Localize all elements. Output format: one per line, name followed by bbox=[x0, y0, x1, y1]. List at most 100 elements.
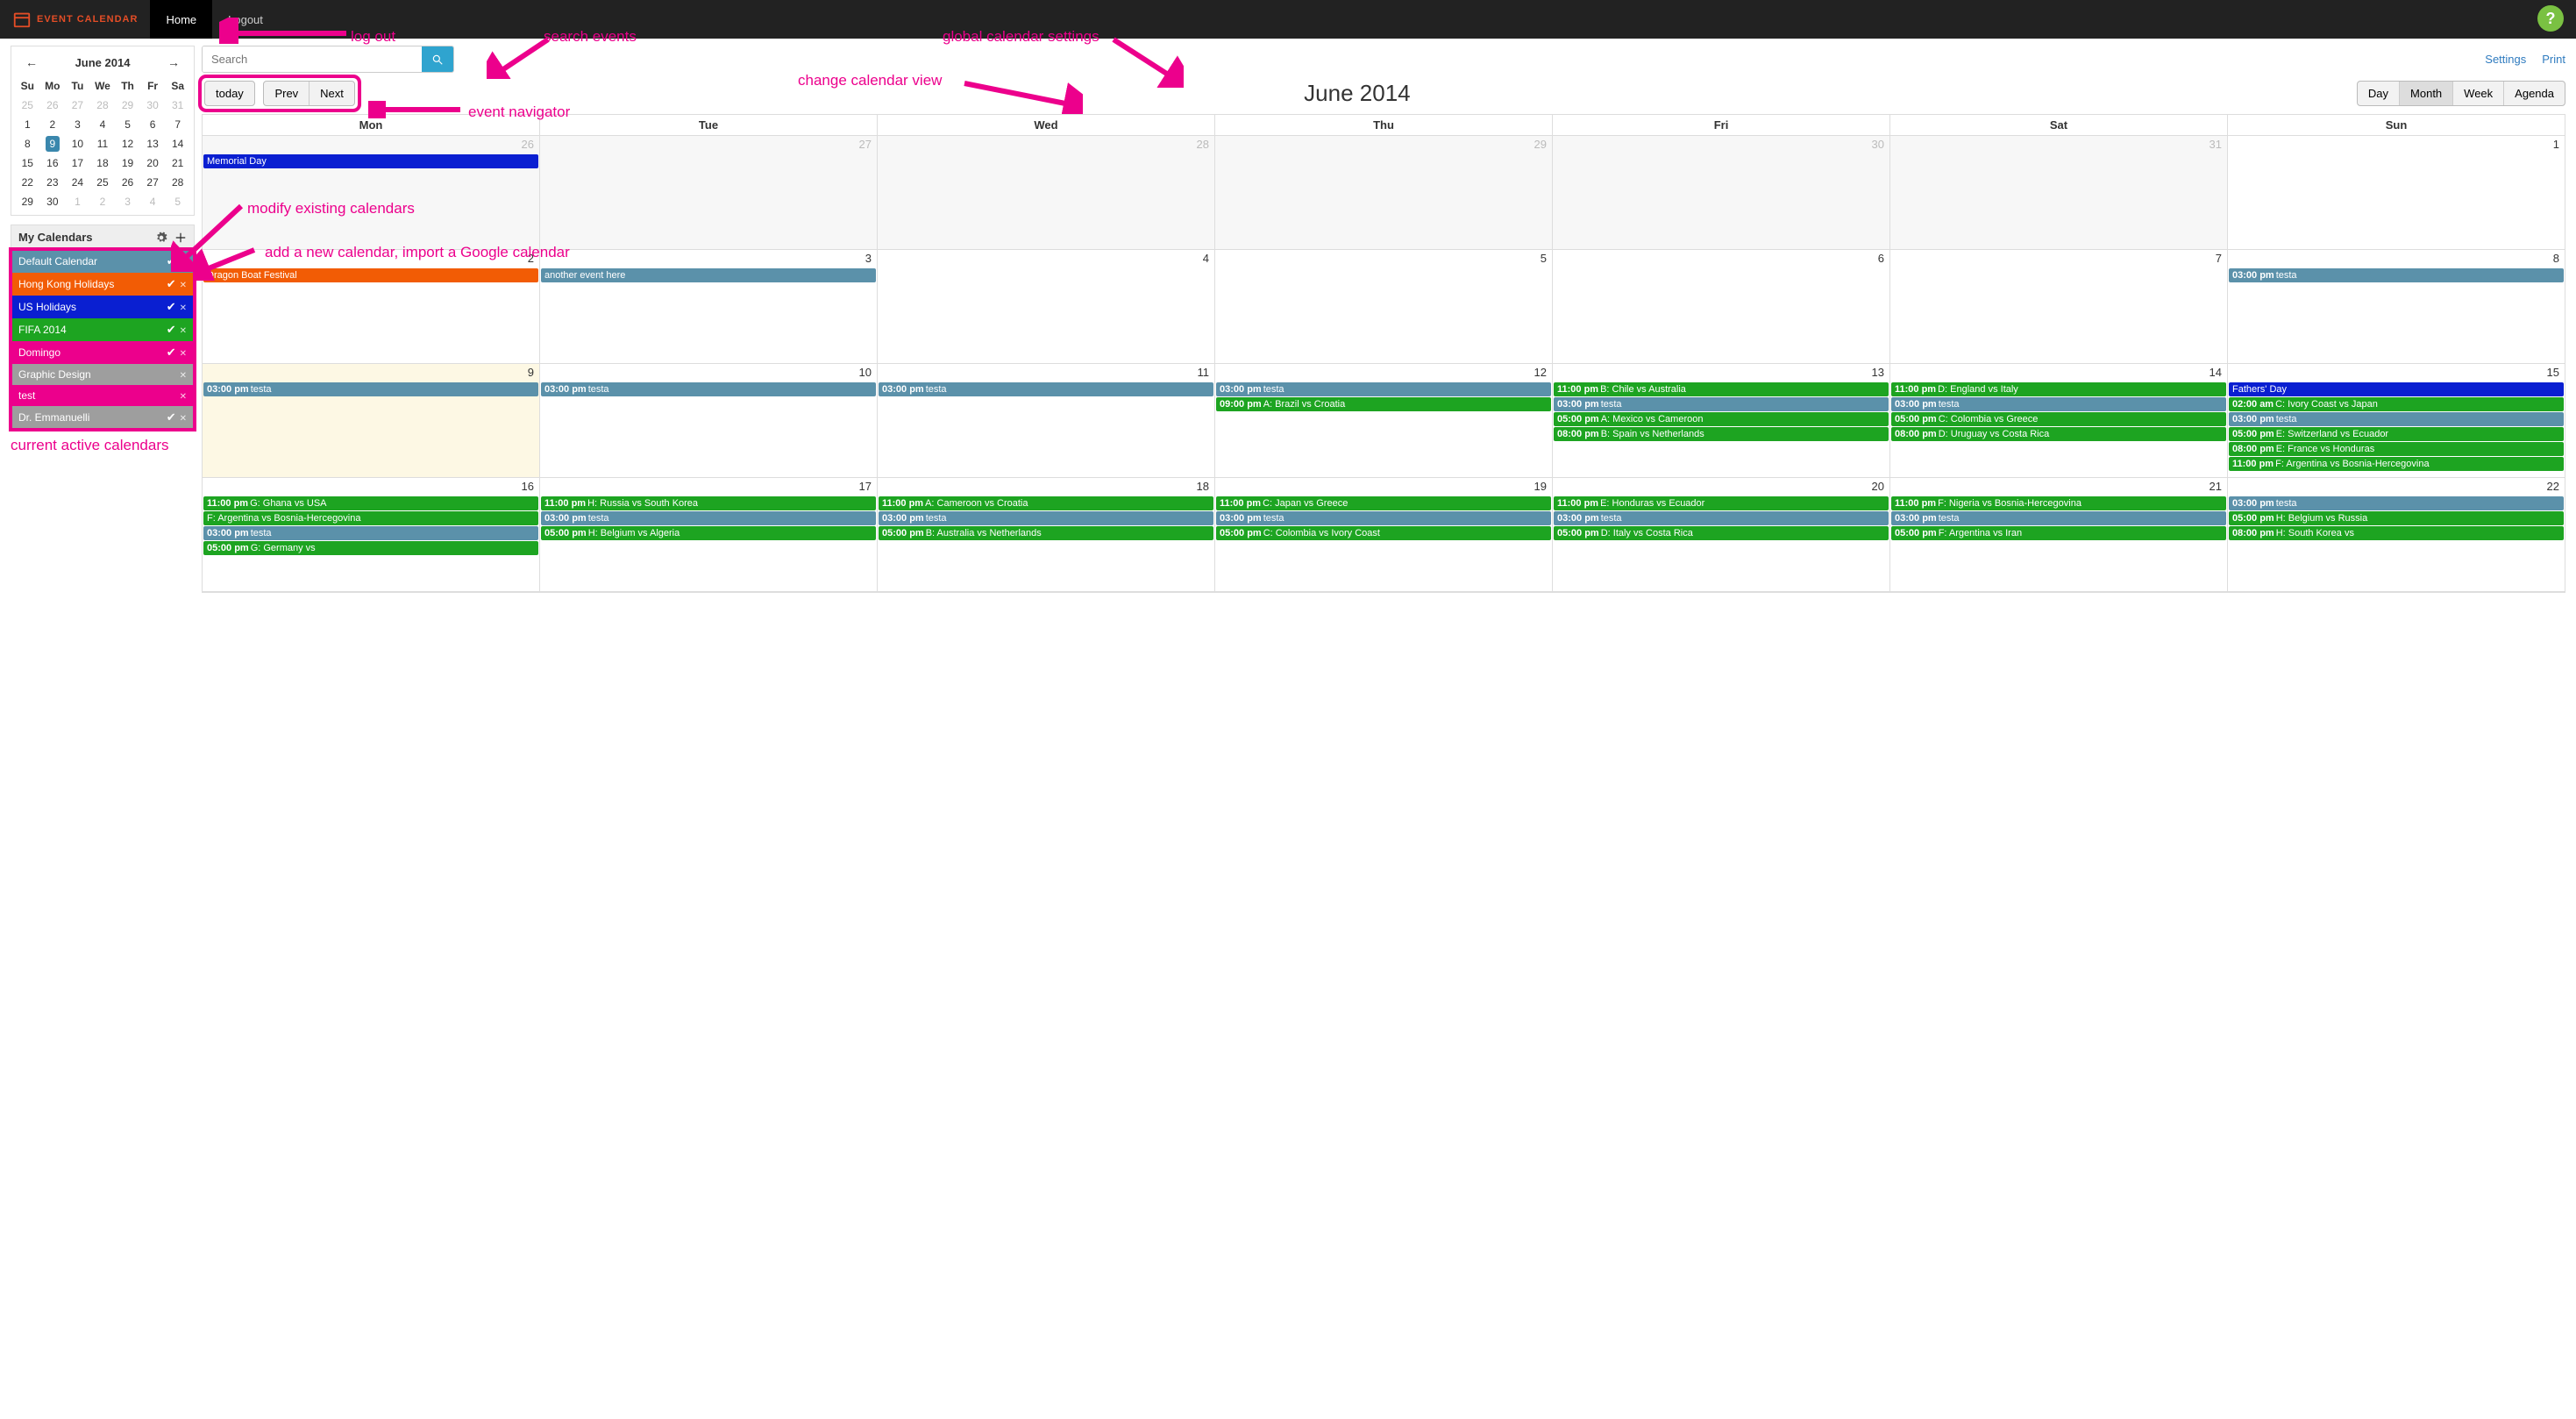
calendar-item[interactable]: Graphic Design✕ bbox=[11, 364, 194, 385]
mini-day[interactable]: 10 bbox=[65, 134, 90, 153]
day-cell[interactable]: 1203:00 pmtesta09:00 pmA: Brazil vs Croa… bbox=[1214, 364, 1552, 477]
settings-link[interactable]: Settings bbox=[2485, 53, 2526, 66]
mini-day[interactable]: 2 bbox=[40, 115, 66, 134]
event[interactable]: 11:00 pmG: Ghana vs USA bbox=[203, 496, 538, 510]
day-cell[interactable]: 1611:00 pmG: Ghana vs USAF: Argentina vs… bbox=[203, 478, 539, 591]
day-cell[interactable]: 903:00 pmtesta bbox=[203, 364, 539, 477]
calendar-item[interactable]: Dr. Emmanuelli✔✕ bbox=[11, 406, 194, 429]
event[interactable]: 03:00 pmtesta bbox=[2229, 496, 2564, 510]
event[interactable]: 05:00 pmH: Belgium vs Russia bbox=[2229, 511, 2564, 525]
close-icon[interactable]: ✕ bbox=[180, 371, 187, 381]
day-cell[interactable]: 2011:00 pmE: Honduras vs Ecuador03:00 pm… bbox=[1552, 478, 1889, 591]
event[interactable]: 03:00 pmtesta bbox=[541, 511, 876, 525]
event[interactable]: 11:00 pmB: Chile vs Australia bbox=[1554, 382, 1889, 396]
day-cell[interactable]: 1911:00 pmC: Japan vs Greece03:00 pmtest… bbox=[1214, 478, 1552, 591]
nav-logout[interactable]: Logout bbox=[212, 0, 279, 39]
event[interactable]: 05:00 pmC: Colombia vs Ivory Coast bbox=[1216, 526, 1551, 540]
mini-day[interactable]: 15 bbox=[15, 153, 40, 173]
mini-day[interactable]: 4 bbox=[140, 192, 166, 211]
mini-prev-button[interactable]: ← bbox=[20, 53, 43, 71]
event[interactable]: 11:00 pmF: Argentina vs Bosnia-Hercegovi… bbox=[2229, 457, 2564, 471]
mini-day[interactable]: 28 bbox=[165, 173, 190, 192]
calendar-item[interactable]: Domingo✔✕ bbox=[11, 341, 194, 364]
mini-day[interactable]: 22 bbox=[15, 173, 40, 192]
mini-day[interactable]: 24 bbox=[65, 173, 90, 192]
close-icon[interactable]: ✕ bbox=[180, 414, 187, 424]
event[interactable]: 11:00 pmH: Russia vs South Korea bbox=[541, 496, 876, 510]
mini-day[interactable]: 5 bbox=[115, 115, 140, 134]
nav-home[interactable]: Home bbox=[150, 0, 212, 39]
event[interactable]: 05:00 pmB: Australia vs Netherlands bbox=[879, 526, 1213, 540]
day-cell[interactable]: 3another event here bbox=[539, 250, 877, 363]
mini-day[interactable]: 20 bbox=[140, 153, 166, 173]
day-cell[interactable]: 2203:00 pmtesta05:00 pmH: Belgium vs Rus… bbox=[2227, 478, 2565, 591]
event[interactable]: 09:00 pmA: Brazil vs Croatia bbox=[1216, 397, 1551, 411]
mini-day[interactable]: 29 bbox=[15, 192, 40, 211]
mini-day[interactable]: 26 bbox=[40, 96, 66, 115]
day-cell[interactable]: 1 bbox=[2227, 136, 2565, 249]
event[interactable]: 11:00 pmE: Honduras vs Ecuador bbox=[1554, 496, 1889, 510]
view-agenda-button[interactable]: Agenda bbox=[2503, 82, 2565, 105]
event[interactable]: 11:00 pmA: Cameroon vs Croatia bbox=[879, 496, 1213, 510]
mini-next-button[interactable]: → bbox=[162, 53, 185, 71]
view-day-button[interactable]: Day bbox=[2358, 82, 2399, 105]
day-cell[interactable]: 6 bbox=[1552, 250, 1889, 363]
event[interactable]: 03:00 pmtesta bbox=[1216, 511, 1551, 525]
event[interactable]: 11:00 pmF: Nigeria vs Bosnia-Hercegovina bbox=[1891, 496, 2226, 510]
mini-day[interactable]: 5 bbox=[165, 192, 190, 211]
mini-day[interactable]: 14 bbox=[165, 134, 190, 153]
close-icon[interactable]: ✕ bbox=[180, 281, 187, 290]
event[interactable]: 05:00 pmG: Germany vs bbox=[203, 541, 538, 555]
mini-day[interactable]: 16 bbox=[40, 153, 66, 173]
day-cell[interactable]: 2Dragon Boat Festival bbox=[203, 250, 539, 363]
event[interactable]: 03:00 pmtesta bbox=[879, 511, 1213, 525]
event[interactable]: Memorial Day bbox=[203, 154, 538, 168]
event[interactable]: Dragon Boat Festival bbox=[203, 268, 538, 282]
event[interactable]: 02:00 amC: Ivory Coast vs Japan bbox=[2229, 397, 2564, 411]
event[interactable]: 05:00 pmE: Switzerland vs Ecuador bbox=[2229, 427, 2564, 441]
event[interactable]: another event here bbox=[541, 268, 876, 282]
event[interactable]: 05:00 pmC: Colombia vs Greece bbox=[1891, 412, 2226, 426]
close-icon[interactable]: ✕ bbox=[180, 326, 187, 336]
next-button[interactable]: Next bbox=[309, 82, 354, 105]
day-cell[interactable]: 1103:00 pmtesta bbox=[877, 364, 1214, 477]
search-button[interactable] bbox=[422, 46, 453, 72]
calendar-item[interactable]: test✕ bbox=[11, 385, 194, 406]
calendar-item[interactable]: US Holidays✔✕ bbox=[11, 296, 194, 318]
day-cell[interactable]: 27 bbox=[539, 136, 877, 249]
mini-day[interactable]: 8 bbox=[15, 134, 40, 153]
mini-day[interactable]: 30 bbox=[140, 96, 166, 115]
event[interactable]: 08:00 pmD: Uruguay vs Costa Rica bbox=[1891, 427, 2226, 441]
event[interactable]: 03:00 pmtesta bbox=[1891, 397, 2226, 411]
event[interactable]: 05:00 pmF: Argentina vs Iran bbox=[1891, 526, 2226, 540]
day-cell[interactable]: 7 bbox=[1889, 250, 2227, 363]
mini-day[interactable]: 12 bbox=[115, 134, 140, 153]
day-cell[interactable]: 28 bbox=[877, 136, 1214, 249]
mini-day[interactable]: 11 bbox=[90, 134, 116, 153]
mini-day[interactable]: 31 bbox=[165, 96, 190, 115]
event[interactable]: 03:00 pmtesta bbox=[203, 382, 538, 396]
event[interactable]: 05:00 pmD: Italy vs Costa Rica bbox=[1554, 526, 1889, 540]
day-cell[interactable]: 1003:00 pmtesta bbox=[539, 364, 877, 477]
close-icon[interactable]: ✕ bbox=[180, 258, 187, 267]
event[interactable]: 11:00 pmD: England vs Italy bbox=[1891, 382, 2226, 396]
help-button[interactable]: ? bbox=[2537, 5, 2564, 32]
mini-day[interactable]: 6 bbox=[140, 115, 166, 134]
event[interactable]: 11:00 pmC: Japan vs Greece bbox=[1216, 496, 1551, 510]
mini-day[interactable]: 3 bbox=[65, 115, 90, 134]
day-cell[interactable]: 15Fathers' Day02:00 amC: Ivory Coast vs … bbox=[2227, 364, 2565, 477]
mini-day[interactable]: 27 bbox=[140, 173, 166, 192]
print-link[interactable]: Print bbox=[2542, 53, 2565, 66]
event[interactable]: 03:00 pmtesta bbox=[2229, 268, 2564, 282]
event[interactable]: 03:00 pmtesta bbox=[2229, 412, 2564, 426]
mini-day[interactable]: 1 bbox=[15, 115, 40, 134]
event[interactable]: 03:00 pmtesta bbox=[1891, 511, 2226, 525]
mini-day[interactable]: 26 bbox=[115, 173, 140, 192]
close-icon[interactable]: ✕ bbox=[180, 303, 187, 313]
mini-day[interactable]: 25 bbox=[90, 173, 116, 192]
mini-day[interactable]: 21 bbox=[165, 153, 190, 173]
mini-day[interactable]: 19 bbox=[115, 153, 140, 173]
plus-icon[interactable] bbox=[174, 232, 187, 244]
event[interactable]: 03:00 pmtesta bbox=[1216, 382, 1551, 396]
event[interactable]: 08:00 pmH: South Korea vs bbox=[2229, 526, 2564, 540]
